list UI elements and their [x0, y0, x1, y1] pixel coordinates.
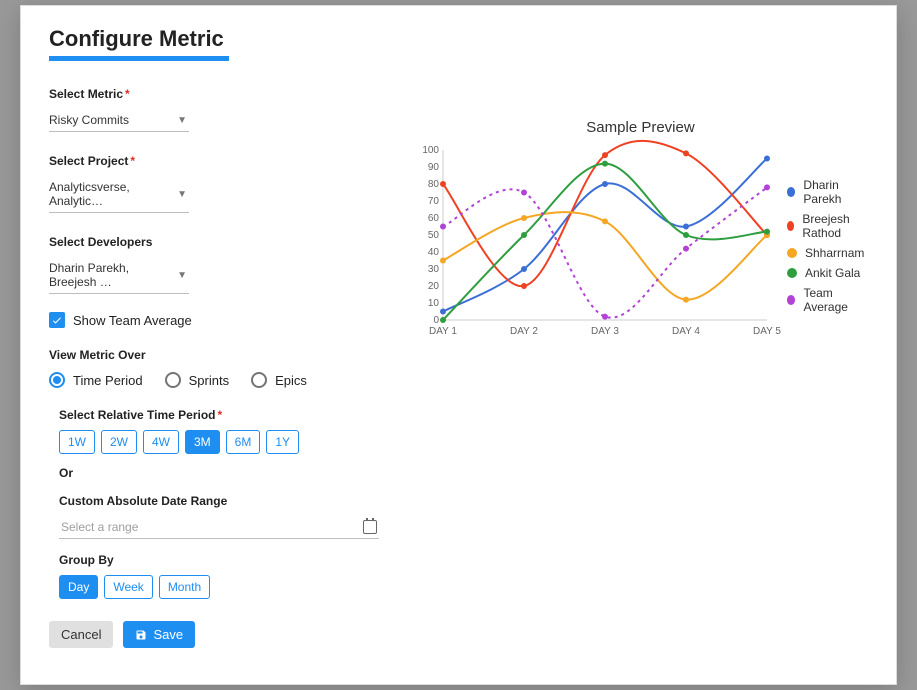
svg-text:DAY 4: DAY 4: [672, 326, 700, 337]
preview-title: Sample Preview: [413, 119, 868, 136]
check-icon: [51, 314, 63, 326]
svg-text:40: 40: [428, 247, 440, 258]
svg-text:50: 50: [428, 230, 440, 241]
date-range-input[interactable]: Select a range: [59, 516, 379, 539]
label-view-metric-over: View Metric Over: [49, 348, 389, 362]
label-relative-period: Select Relative Time Period*: [59, 408, 389, 422]
select-developers[interactable]: Dharin Parekh, Breejesh … ▼: [49, 257, 189, 294]
legend-dot-icon: [787, 295, 795, 305]
title-underline: [49, 56, 229, 61]
radio-label: Sprints: [189, 373, 229, 388]
legend-label: Ankit Gala: [805, 266, 860, 280]
group-by-group: DayWeek Month: [59, 575, 389, 599]
legend-dot-icon: [787, 187, 795, 197]
groupby-week[interactable]: Week: [104, 575, 152, 599]
legend-item: Shharrnam: [787, 246, 868, 260]
config-form: Select Metric* Risky Commits ▼ Select Pr…: [49, 79, 389, 648]
svg-text:10: 10: [428, 298, 440, 309]
legend-label: Shharrnam: [805, 246, 864, 260]
select-developers-value: Dharin Parekh, Breejesh …: [49, 261, 177, 289]
period-4w[interactable]: 4W: [143, 430, 179, 454]
legend-item: Team Average: [787, 286, 868, 314]
select-metric-value: Risky Commits: [49, 113, 129, 127]
cancel-button[interactable]: Cancel: [49, 621, 113, 648]
legend-label: Dharin Parekh: [803, 178, 868, 206]
chevron-down-icon: ▼: [177, 270, 187, 281]
select-project-value: Analyticsverse, Analytic…: [49, 180, 177, 208]
chevron-down-icon: ▼: [177, 115, 187, 126]
save-button[interactable]: Save: [123, 621, 195, 648]
svg-text:60: 60: [428, 213, 440, 224]
team-average-checkbox[interactable]: [49, 312, 65, 328]
calendar-icon: [363, 520, 377, 534]
configure-metric-dialog: { "title": "Configure Metric", "labels":…: [20, 5, 897, 685]
svg-text:DAY 2: DAY 2: [510, 326, 538, 337]
radio-epics[interactable]: Epics: [251, 372, 307, 388]
sample-chart: 0 10 20 30 40 50 60 70 80 90 100 DAY 1 DAY 2 DAY 3 DAY…: [413, 144, 773, 344]
period-2w[interactable]: 2W: [101, 430, 137, 454]
radio-label: Time Period: [73, 373, 143, 388]
svg-text:80: 80: [428, 179, 440, 190]
groupby-day[interactable]: Day: [59, 575, 98, 599]
svg-text:DAY 1: DAY 1: [429, 326, 457, 337]
legend-item: Ankit Gala: [787, 266, 868, 280]
legend-dot-icon: [787, 221, 794, 231]
label-select-developers: Select Developers: [49, 235, 389, 249]
preview-panel: Sample Preview 0 10 20 30 40 50 60 70 80 90 100 DAY…: [413, 79, 868, 648]
svg-text:90: 90: [428, 162, 440, 173]
svg-text:30: 30: [428, 264, 440, 275]
label-select-metric: Select Metric*: [49, 87, 389, 101]
date-range-placeholder: Select a range: [61, 520, 138, 534]
groupby-month[interactable]: Month: [159, 575, 210, 599]
select-project[interactable]: Analyticsverse, Analytic… ▼: [49, 176, 189, 213]
view-over-radio-group: Time Period Sprints Epics: [49, 372, 389, 388]
legend-dot-icon: [787, 268, 797, 278]
svg-text:70: 70: [428, 196, 440, 207]
radio-label: Epics: [275, 373, 307, 388]
chevron-down-icon: ▼: [177, 189, 187, 200]
legend-item: Breejesh Rathod: [787, 212, 868, 240]
select-metric[interactable]: Risky Commits ▼: [49, 109, 189, 132]
label-or: Or: [59, 466, 389, 480]
label-select-project: Select Project*: [49, 154, 389, 168]
radio-icon: [165, 372, 181, 388]
legend-label: Breejesh Rathod: [802, 212, 868, 240]
relative-period-group: 1W2W4W3M6M1Y: [59, 430, 389, 454]
radio-time-period[interactable]: Time Period: [49, 372, 143, 388]
period-1y[interactable]: 1Y: [266, 430, 299, 454]
period-1w[interactable]: 1W: [59, 430, 95, 454]
svg-text:0: 0: [433, 315, 439, 326]
period-3m[interactable]: 3M: [185, 430, 220, 454]
dialog-title: Configure Metric: [49, 26, 868, 52]
team-average-label: Show Team Average: [73, 313, 192, 328]
label-group-by: Group By: [59, 553, 389, 567]
legend-item: Dharin Parekh: [787, 178, 868, 206]
svg-text:DAY 3: DAY 3: [591, 326, 619, 337]
radio-icon: [49, 372, 65, 388]
legend-label: Team Average: [803, 286, 868, 314]
period-6m[interactable]: 6M: [226, 430, 261, 454]
label-custom-range: Custom Absolute Date Range: [59, 494, 389, 508]
radio-icon: [251, 372, 267, 388]
radio-sprints[interactable]: Sprints: [165, 372, 229, 388]
svg-text:20: 20: [428, 281, 440, 292]
save-icon: [135, 629, 147, 641]
svg-text:100: 100: [422, 145, 439, 156]
svg-text:DAY 5: DAY 5: [753, 326, 781, 337]
legend-dot-icon: [787, 248, 797, 258]
chart-legend: Dharin Parekh Breejesh Rathod Shharrnam Ank…: [787, 172, 868, 320]
